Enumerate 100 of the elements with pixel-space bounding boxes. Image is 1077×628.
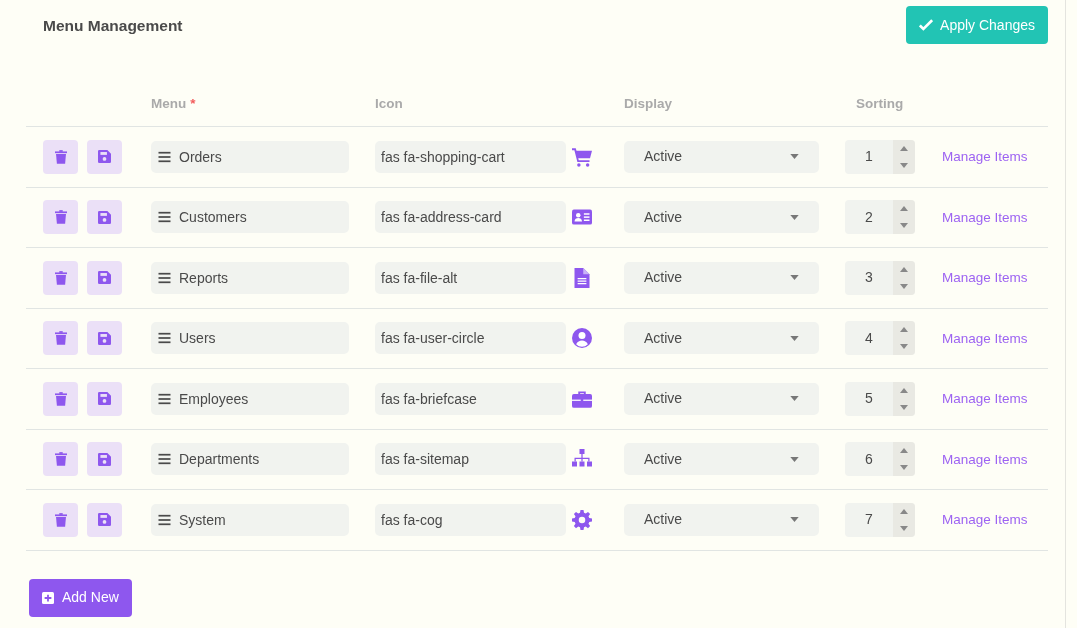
sorting-number-field[interactable]: 7: [845, 502, 915, 537]
icon-class-field[interactable]: fas fa-shopping-cart: [375, 140, 566, 173]
up-arrow-icon: [900, 387, 908, 393]
manage-items-link[interactable]: Manage Items: [942, 149, 1028, 165]
up-arrow-icon: [900, 508, 908, 514]
number-value: 4: [864, 328, 874, 348]
number-value: 5: [864, 389, 874, 409]
display-select[interactable]: Active: [624, 201, 819, 234]
trash-icon: [54, 210, 67, 225]
column-header: Sorting: [856, 95, 904, 111]
icon-class-field[interactable]: fas fa-cog: [375, 503, 566, 536]
select-value: Active: [644, 268, 683, 288]
save-button[interactable]: [87, 200, 122, 235]
spinner-arrows-icon[interactable]: [893, 502, 915, 537]
delete-button[interactable]: [43, 200, 78, 235]
caret-down-icon: [790, 154, 799, 160]
trash-icon: [54, 270, 67, 285]
trash-icon: [54, 149, 67, 164]
number-value: 3: [864, 268, 874, 288]
icon-class-field[interactable]: fas fa-sitemap: [375, 443, 566, 476]
select-value: Active: [644, 328, 683, 348]
sorting-number-field[interactable]: 3: [845, 260, 915, 295]
manage-items-link[interactable]: Manage Items: [942, 209, 1028, 225]
menu-name-field[interactable]: Employees: [151, 382, 349, 415]
icon-class-field[interactable]: fas fa-user-circle: [375, 322, 566, 355]
manage-items-link[interactable]: Manage Items: [942, 451, 1028, 467]
down-arrow-icon: [900, 283, 908, 289]
display-select[interactable]: Active: [624, 503, 819, 536]
delete-button[interactable]: [43, 502, 78, 537]
menu-name-field[interactable]: Departments: [151, 443, 349, 476]
spinner-arrows-icon[interactable]: [893, 381, 915, 416]
icon-class-field[interactable]: fas fa-address-card: [375, 201, 566, 234]
menu-name-field[interactable]: System: [151, 503, 349, 536]
column-header: Display: [624, 95, 673, 111]
drag-handle-icon[interactable]: [158, 453, 171, 466]
drag-handle-icon[interactable]: [158, 392, 171, 405]
drag-handle-icon[interactable]: [158, 513, 171, 526]
user-circle-icon: [572, 328, 592, 349]
trash-icon: [54, 452, 67, 467]
display-select[interactable]: Active: [624, 382, 819, 415]
select-value: Active: [644, 147, 683, 167]
page-title: Menu Management: [43, 16, 183, 36]
number-value: 1: [864, 147, 874, 167]
sorting-number-field[interactable]: 6: [845, 442, 915, 477]
display-select[interactable]: Active: [624, 140, 819, 173]
add-new-button[interactable]: Add New: [29, 578, 132, 617]
sorting-number-field[interactable]: 2: [845, 200, 915, 235]
spinner-arrows-icon[interactable]: [893, 139, 915, 174]
icon-class-field[interactable]: fas fa-briefcase: [375, 382, 566, 415]
sorting-number-field[interactable]: 5: [845, 381, 915, 416]
display-select[interactable]: Active: [624, 261, 819, 294]
down-arrow-icon: [900, 525, 908, 531]
save-button[interactable]: [87, 321, 122, 356]
drag-handle-icon[interactable]: [158, 211, 171, 224]
spinner-arrows-icon[interactable]: [893, 260, 915, 295]
manage-items-link[interactable]: Manage Items: [942, 270, 1028, 286]
display-select[interactable]: Active: [624, 443, 819, 476]
drag-handle-icon[interactable]: [158, 150, 171, 163]
spinner-arrows-icon[interactable]: [893, 321, 915, 356]
down-arrow-icon: [900, 162, 908, 168]
manage-items-link[interactable]: Manage Items: [942, 330, 1028, 346]
display-select[interactable]: Active: [624, 322, 819, 355]
sitemap-icon: [572, 449, 592, 470]
trash-icon: [54, 391, 67, 406]
delete-button[interactable]: [43, 381, 78, 416]
delete-button[interactable]: [43, 442, 78, 477]
caret-down-icon: [790, 456, 799, 462]
delete-button[interactable]: [43, 260, 78, 295]
save-button[interactable]: [87, 260, 122, 295]
save-button[interactable]: [87, 442, 122, 477]
icon-class-field[interactable]: fas fa-file-alt: [375, 261, 566, 294]
menu-name-field[interactable]: Customers: [151, 201, 349, 234]
delete-button[interactable]: [43, 321, 78, 356]
menu-name-field[interactable]: Reports: [151, 261, 349, 294]
spinner-arrows-icon[interactable]: [893, 200, 915, 235]
save-button[interactable]: [87, 502, 122, 537]
select-value: Active: [644, 389, 683, 409]
address-card-icon: [572, 207, 592, 228]
spinner-arrows-icon[interactable]: [893, 442, 915, 477]
down-arrow-icon: [900, 223, 908, 229]
down-arrow-icon: [900, 404, 908, 410]
sorting-number-field[interactable]: 1: [845, 139, 915, 174]
manage-items-link[interactable]: Manage Items: [942, 391, 1028, 407]
drag-handle-icon[interactable]: [158, 271, 171, 284]
save-button[interactable]: [87, 381, 122, 416]
required-mark: *: [190, 95, 196, 111]
gear-icon: [572, 509, 592, 530]
up-arrow-icon: [900, 327, 908, 333]
save-button[interactable]: [87, 139, 122, 174]
menu-name-field[interactable]: Orders: [151, 140, 349, 173]
sorting-number-field[interactable]: 4: [845, 321, 915, 356]
drag-handle-icon[interactable]: [158, 332, 171, 345]
delete-button[interactable]: [43, 139, 78, 174]
menu-name-field[interactable]: Users: [151, 322, 349, 355]
down-arrow-icon: [900, 465, 908, 471]
select-value: Active: [644, 510, 683, 530]
trash-icon: [54, 512, 67, 527]
document-icon: [572, 267, 592, 288]
manage-items-link[interactable]: Manage Items: [942, 512, 1028, 528]
number-value: 7: [864, 510, 874, 530]
